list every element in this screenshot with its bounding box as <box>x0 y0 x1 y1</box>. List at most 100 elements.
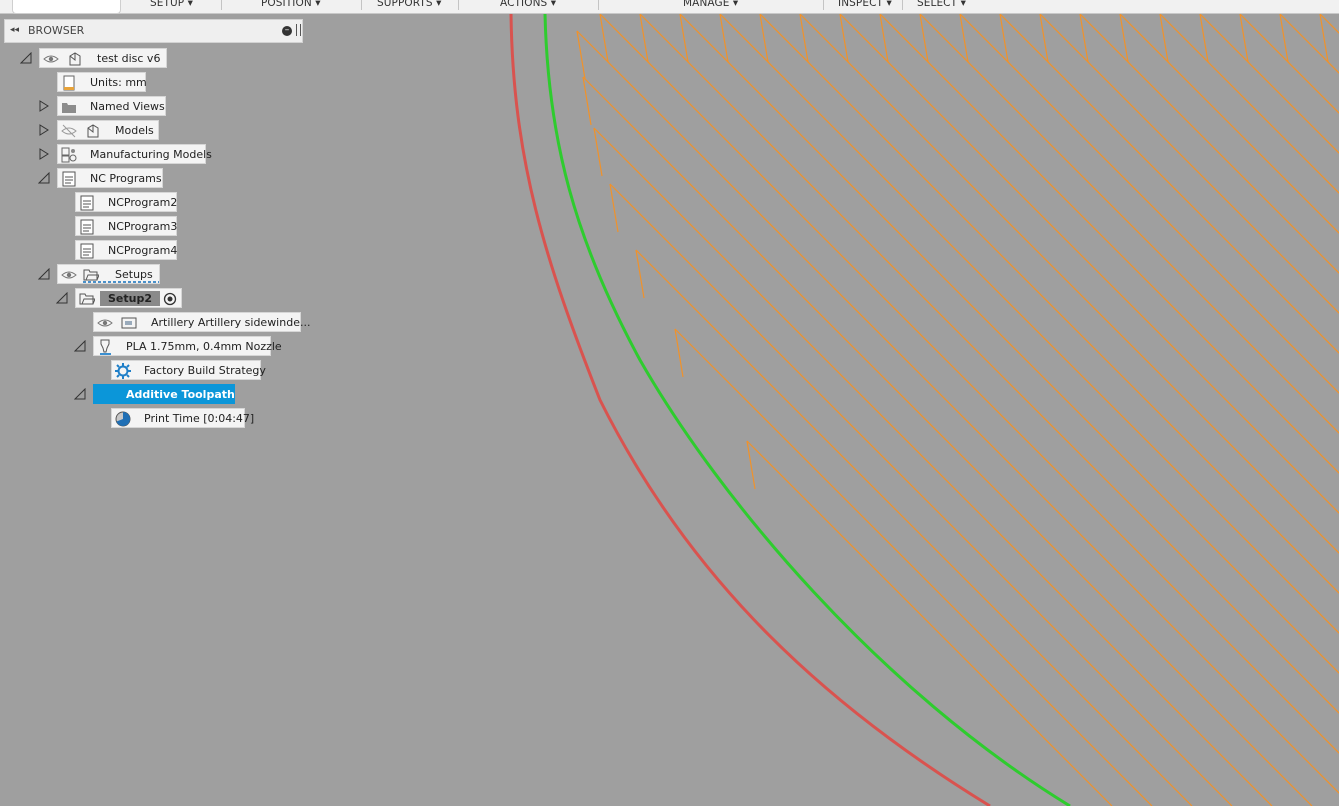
infill-line <box>1319 14 1339 34</box>
expanded-toggle-icon[interactable] <box>74 340 86 352</box>
inner-perimeter-path <box>543 14 1071 806</box>
eye-icon[interactable] <box>97 315 113 331</box>
clock-pie-icon <box>115 411 131 427</box>
infill-line <box>839 14 1339 514</box>
tree-item-setups[interactable]: Setups <box>57 264 160 284</box>
infill-line <box>959 14 1339 394</box>
infill-line <box>609 183 1233 806</box>
toolbar-separator <box>361 0 362 10</box>
tree-item-ncprogram4[interactable]: NCProgram4 <box>75 240 177 260</box>
tree-item-root-document[interactable]: test disc v6 <box>39 48 167 68</box>
expanded-toggle-icon[interactable] <box>20 52 32 64</box>
tree-item-label: Setups <box>115 268 153 281</box>
infill-line <box>719 14 1339 634</box>
tree-item-label: PLA 1.75mm, 0.4mm Nozzle <box>126 340 282 353</box>
infill-line <box>799 14 1339 554</box>
tree-item-label: Setup2 <box>100 291 160 306</box>
eye-icon[interactable] <box>43 51 59 67</box>
tree-item-additive-toolpath[interactable]: Additive Toolpath <box>93 384 235 404</box>
collapsed-toggle-icon[interactable] <box>38 100 50 112</box>
tree-item-setup2[interactable]: Setup2 <box>75 288 182 308</box>
menu-supports[interactable]: SUPPORTS ▾ <box>377 0 442 9</box>
toolbar-separator <box>823 0 824 10</box>
tree-item-models[interactable]: Models <box>57 120 159 140</box>
tree-item-label: Named Views <box>90 100 165 113</box>
infill-line <box>1159 14 1339 194</box>
menu-select[interactable]: SELECT ▾ <box>917 0 966 9</box>
toolbar-separator <box>598 0 599 10</box>
tree-item-label: NCProgram4 <box>108 244 178 257</box>
underline-decoration <box>83 281 159 283</box>
infill-line <box>1199 14 1339 154</box>
component-icon <box>69 52 81 66</box>
units-icon <box>63 75 75 91</box>
tree-item-label: test disc v6 <box>97 52 161 65</box>
tree-item-manufacturing-models[interactable]: Manufacturing Models <box>57 144 212 164</box>
tree-item-label: NCProgram2 <box>108 196 178 209</box>
tree-item-label: Factory Build Strategy <box>144 364 266 377</box>
infill-toolpath <box>576 14 1339 806</box>
infill-line <box>746 440 1113 806</box>
infill-line <box>599 14 1339 754</box>
menu-actions[interactable]: ACTIONS ▾ <box>500 0 556 9</box>
tree-item-label: Units: mm <box>90 76 147 89</box>
workspace-tab[interactable] <box>12 0 121 14</box>
expanded-toggle-icon[interactable] <box>38 268 50 280</box>
infill-line <box>679 14 1339 674</box>
tree-item-label: NCProgram3 <box>108 220 178 233</box>
toolbar-separator <box>902 0 903 10</box>
tree-item-label: NC Programs <box>90 172 162 185</box>
menu-manage[interactable]: MANAGE ▾ <box>683 0 738 9</box>
nc-program-icon <box>80 243 94 259</box>
minimize-icon[interactable]: – <box>282 26 292 36</box>
menu-setup[interactable]: SETUP ▾ <box>150 0 193 9</box>
infill-line <box>1239 14 1339 114</box>
eye-icon[interactable] <box>61 267 77 283</box>
infill-line <box>1279 14 1339 74</box>
active-radio-icon[interactable] <box>162 291 178 307</box>
resize-handle[interactable] <box>296 24 301 36</box>
infill-line <box>635 249 1193 806</box>
tree-item-label: Additive Toolpath <box>126 388 235 401</box>
menu-inspect[interactable]: INSPECT ▾ <box>838 0 892 9</box>
infill-line <box>879 14 1339 474</box>
eye-hidden-icon[interactable] <box>61 123 77 139</box>
browser-title: BROWSER <box>28 24 85 37</box>
toolbar-separator <box>221 0 222 10</box>
tree-item-named-views[interactable]: Named Views <box>57 96 166 116</box>
toolbar: SETUP ▾ POSITION ▾ SUPPORTS ▾ ACTIONS ▾ … <box>0 0 1339 14</box>
gear-icon <box>115 363 131 379</box>
collapsed-toggle-icon[interactable] <box>38 124 50 136</box>
collapsed-toggle-icon[interactable] <box>38 148 50 160</box>
infill-line <box>593 127 1273 806</box>
tree-item-ncprogram3[interactable]: NCProgram3 <box>75 216 177 236</box>
infill-line <box>576 30 1339 794</box>
infill-line <box>639 14 1339 714</box>
expanded-toggle-icon[interactable] <box>56 292 68 304</box>
tree-item-print-time[interactable]: Print Time [0:04:47] <box>111 408 254 428</box>
folder-icon <box>62 103 76 113</box>
tree-item-print-setting[interactable]: PLA 1.75mm, 0.4mm Nozzle <box>93 336 282 356</box>
setup-folder-icon <box>79 293 95 305</box>
infill-line <box>1039 14 1339 314</box>
tree-item-nc-programs[interactable]: NC Programs <box>57 168 163 188</box>
manufacturing-model-icon <box>61 147 77 163</box>
nc-program-icon <box>80 219 94 235</box>
tree-item-units[interactable]: Units: mm <box>57 72 147 92</box>
expanded-toggle-icon[interactable] <box>74 388 86 400</box>
tree-item-build-strategy[interactable]: Factory Build Strategy <box>111 360 266 380</box>
tree-item-machine[interactable]: Artillery Artillery sidewinde... <box>93 312 310 332</box>
tree-item-label: Manufacturing Models <box>90 148 212 161</box>
machine-icon <box>121 317 137 329</box>
component-icon <box>87 124 99 138</box>
toolbar-separator <box>458 0 459 10</box>
tree-item-ncprogram2[interactable]: NCProgram2 <box>75 192 177 212</box>
menu-position[interactable]: POSITION ▾ <box>261 0 321 9</box>
tree-item-label: Artillery Artillery sidewinde... <box>151 316 311 329</box>
nc-program-icon <box>62 171 76 187</box>
collapse-panel-icon[interactable]: ◂◂ <box>10 25 19 35</box>
browser-header: ◂◂ BROWSER – <box>4 19 303 43</box>
infill-line <box>759 14 1339 594</box>
expanded-toggle-icon[interactable] <box>38 172 50 184</box>
tree-item-label: Models <box>115 124 154 137</box>
